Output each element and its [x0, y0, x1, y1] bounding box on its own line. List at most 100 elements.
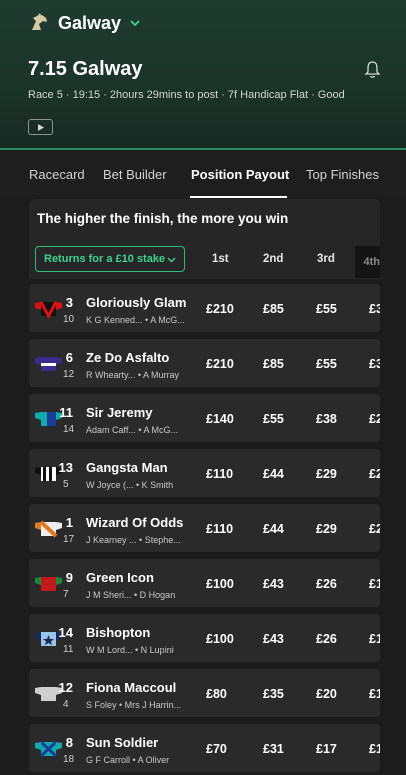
price-2nd[interactable]: £85	[263, 357, 284, 371]
price-2nd[interactable]: £55	[263, 412, 284, 426]
price-3rd[interactable]: £29	[316, 522, 337, 536]
price-3rd[interactable]: £55	[316, 302, 337, 316]
trainer-name: A McG...	[143, 425, 179, 435]
trainer-name: Mrs J Harrin...	[124, 700, 182, 710]
position-header-1st: 1st	[212, 253, 229, 265]
jockey-trainer: S Foley • Mrs J Harrin...	[86, 700, 182, 710]
runner-row[interactable]: 13 5 Gangsta Man W Joyce (... • K Smith £110…	[29, 449, 380, 497]
price-3rd[interactable]: £26	[316, 577, 337, 591]
horse-name: Green Icon	[86, 570, 154, 585]
play-icon	[38, 123, 44, 131]
horse-name: Ze Do Asfalto	[86, 350, 170, 365]
tab-bet-builder[interactable]: Bet Builder	[103, 167, 167, 182]
price-4th[interactable]: £1	[369, 577, 380, 591]
price-4th[interactable]: £1	[369, 632, 380, 646]
draw-number: 5	[63, 479, 69, 490]
stake-dropdown[interactable]: Returns for a £10 stake	[35, 246, 185, 272]
runner-row[interactable]: 8 18 Sun Soldier G F Carroll • A Oliver £70 £…	[29, 724, 380, 772]
runner-row[interactable]: 14 11 Bishopton W M Lord... • N Lupini £100 £…	[29, 614, 380, 662]
price-4th[interactable]: £2	[369, 522, 380, 536]
race-meta: Race 5 · 19:15 · 2hours 29mins to post ·…	[28, 89, 345, 101]
price-3rd[interactable]: £26	[316, 632, 337, 646]
jockey-name: K G Kenned...	[86, 315, 143, 325]
price-4th[interactable]: £2	[369, 467, 380, 481]
jockey-name: J M Sheri...	[86, 590, 132, 600]
price-4th[interactable]: £3	[369, 302, 380, 316]
jockey-trainer: Adam Caff... • A McG...	[86, 425, 179, 435]
horse-head-icon	[32, 13, 47, 30]
chevron-down-icon	[130, 20, 140, 27]
venue-selector[interactable]: Galway	[28, 12, 141, 34]
jockey-name: Adam Caff...	[86, 425, 136, 435]
horse-name: Bishopton	[86, 625, 151, 640]
price-2nd[interactable]: £35	[263, 687, 284, 701]
horse-name: Wizard Of Odds	[86, 515, 184, 530]
price-2nd[interactable]: £44	[263, 522, 284, 536]
price-2nd[interactable]: £31	[263, 742, 284, 756]
runner-number: 14	[58, 625, 73, 640]
trainer-name: K Smith	[141, 480, 174, 490]
price-2nd[interactable]: £85	[263, 302, 284, 316]
runner-row[interactable]: 9 7 Green Icon J M Sheri... • D Hogan £100 £4…	[29, 559, 380, 607]
price-4th[interactable]: £1	[369, 742, 380, 756]
jockey-trainer: G F Carroll • A Oliver	[86, 755, 170, 765]
price-3rd[interactable]: £29	[316, 467, 337, 481]
position-header-4th: 4th	[363, 256, 381, 268]
tab-racecard[interactable]: Racecard	[29, 167, 85, 182]
jockey-trainer: R Whearty... • A Murray	[86, 370, 180, 380]
price-1st[interactable]: £210	[206, 302, 234, 316]
price-3rd[interactable]: £20	[316, 687, 337, 701]
horse-name: Fiona Maccoul	[86, 680, 177, 695]
draw-number: 12	[63, 369, 75, 380]
price-2nd[interactable]: £43	[263, 577, 284, 591]
price-1st[interactable]: £210	[206, 357, 234, 371]
draw-number: 7	[63, 589, 69, 600]
trainer-name: D Hogan	[139, 590, 176, 600]
trainer-name: A Oliver	[137, 755, 170, 765]
price-1st[interactable]: £140	[206, 412, 234, 426]
trainer-name: N Lupini	[140, 645, 174, 655]
price-3rd[interactable]: £38	[316, 412, 337, 426]
video-button[interactable]	[28, 119, 53, 135]
price-1st[interactable]: £110	[206, 467, 233, 481]
price-1st[interactable]: £70	[206, 742, 227, 756]
price-3rd[interactable]: £17	[316, 742, 337, 756]
price-4th[interactable]: £1	[369, 687, 380, 701]
price-1st[interactable]: £80	[206, 687, 227, 701]
price-1st[interactable]: £100	[206, 577, 234, 591]
runner-number: 12	[58, 680, 73, 695]
price-3rd[interactable]: £55	[316, 357, 337, 371]
jockey-name: R Whearty...	[86, 370, 136, 380]
trainer-name: A Murray	[143, 370, 180, 380]
runner-number: 6	[65, 350, 73, 365]
draw-number: 10	[63, 314, 75, 325]
jockey-name: J Kearney ...	[86, 535, 137, 545]
runner-row[interactable]: 1 17 Wizard Of Odds J Kearney ... • Stephe.…	[29, 504, 380, 552]
price-1st[interactable]: £110	[206, 522, 233, 536]
tab-position-payout[interactable]: Position Payout	[191, 167, 289, 182]
runner-row[interactable]: 12 4 Fiona Maccoul S Foley • Mrs J Harrin..…	[29, 669, 380, 717]
jockey-trainer: W M Lord... • N Lupini	[86, 645, 174, 655]
active-tab-indicator	[190, 196, 287, 198]
price-4th[interactable]: £2	[369, 412, 380, 426]
bell-icon[interactable]	[364, 60, 381, 79]
runner-row[interactable]: 6 12 Ze Do Asfalto R Whearty... • A Murray £…	[29, 339, 380, 387]
draw-number: 4	[63, 699, 69, 710]
jockey-name: W M Lord...	[86, 645, 133, 655]
jockey-trainer: K G Kenned... • A McG...	[86, 315, 185, 325]
trainer-name: Stephe...	[144, 535, 181, 545]
jockey-trainer: W Joyce (... • K Smith	[86, 480, 174, 490]
horse-name: Sun Soldier	[86, 735, 159, 750]
price-1st[interactable]: £100	[206, 632, 234, 646]
draw-number: 17	[63, 534, 75, 545]
runner-row[interactable]: 11 14 Sir Jeremy Adam Caff... • A McG... £14…	[29, 394, 380, 442]
scroll-right-button[interactable]: 4th	[355, 246, 380, 278]
price-4th[interactable]: £3	[369, 357, 380, 371]
price-2nd[interactable]: £43	[263, 632, 284, 646]
price-2nd[interactable]: £44	[263, 467, 284, 481]
runner-row[interactable]: 3 10 Gloriously Glam K G Kenned... • A McG.…	[29, 284, 380, 332]
stake-label: Returns for a £10 stake	[44, 253, 166, 265]
runner-number: 9	[65, 570, 73, 585]
tab-top-finishes[interactable]: Top Finishes	[306, 167, 379, 182]
jockey-name: W Joyce (...	[86, 480, 134, 490]
